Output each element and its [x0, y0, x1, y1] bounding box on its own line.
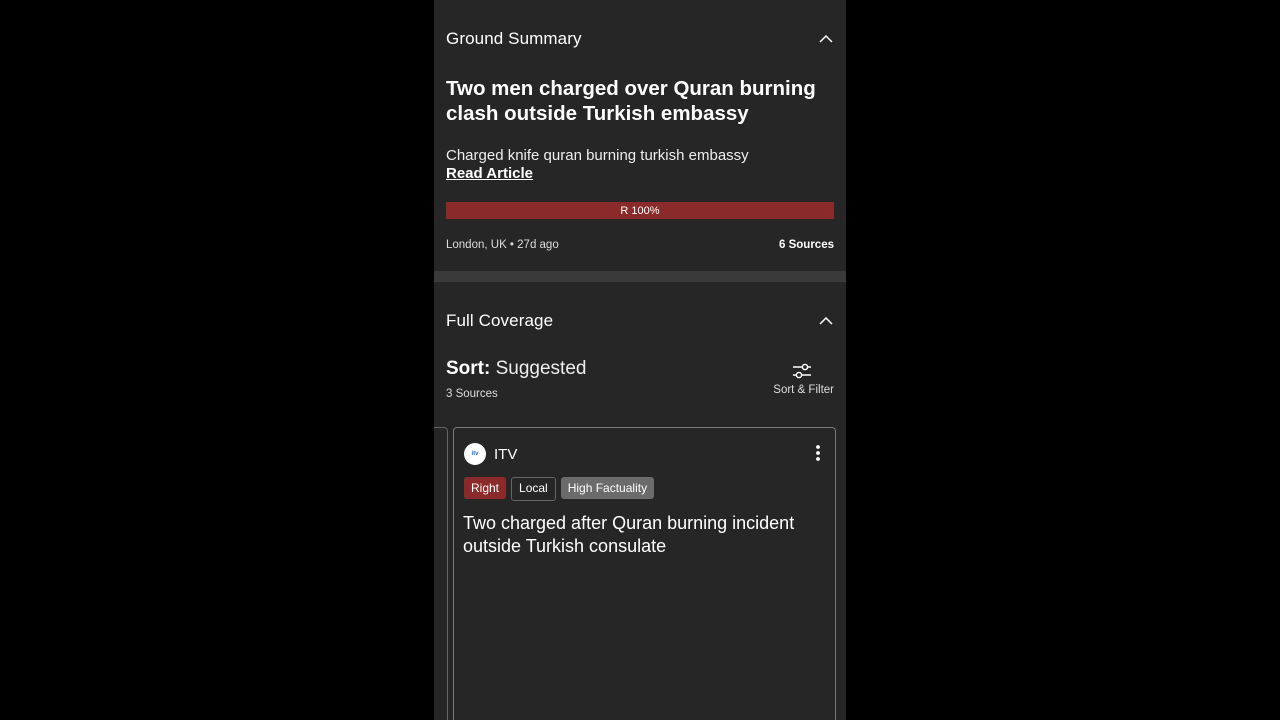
ground-summary-header[interactable]: Ground Summary [446, 27, 834, 51]
more-options-icon[interactable] [815, 444, 821, 462]
bias-right-segment: R 100% [446, 202, 834, 219]
read-article-link[interactable]: Read Article [446, 165, 533, 182]
coverage-card[interactable]: itv ITV Right Local High Factuality Two … [453, 427, 836, 720]
chevron-up-icon[interactable] [818, 31, 834, 47]
section-divider [434, 271, 846, 282]
card-headline[interactable]: Two charged after Quran burning incident… [463, 512, 803, 558]
sort-filter-label: Sort & Filter [773, 384, 834, 396]
sources-count: 3 Sources [446, 388, 498, 400]
card-source-row: itv ITV [464, 442, 517, 466]
location-time: London, UK • 27d ago [446, 239, 559, 251]
story-description: Charged knife quran burning turkish emba… [446, 147, 749, 164]
bias-tag[interactable]: Right [464, 477, 507, 499]
bias-right-label: R 100% [620, 204, 660, 217]
sort-indicator: Sort: Suggested [446, 358, 586, 380]
ground-summary-title: Ground Summary [446, 29, 582, 48]
factuality-tag[interactable]: High Factuality [560, 477, 655, 499]
card-tags: Right Local High Factuality [464, 477, 655, 501]
local-tag[interactable]: Local [511, 477, 556, 501]
bias-distribution-bar: R 100% [446, 202, 834, 219]
card-source-name[interactable]: ITV [494, 446, 517, 463]
sort-filter-button[interactable]: Sort & Filter [764, 362, 834, 404]
sort-label: Sort: [446, 358, 491, 379]
sort-value: Suggested [495, 358, 587, 379]
full-coverage-title: Full Coverage [446, 311, 554, 330]
phone-screen: Ground Summary Two men charged over Qura… [434, 0, 846, 720]
previous-card-peek[interactable] [434, 427, 448, 720]
full-coverage-header[interactable]: Full Coverage [446, 309, 834, 333]
chevron-up-icon[interactable] [818, 313, 834, 329]
itv-logo: itv [464, 443, 486, 465]
story-meta: London, UK • 27d ago 6 Sources [446, 237, 834, 253]
sliders-icon [792, 362, 812, 380]
sources-link[interactable]: 6 Sources [779, 239, 834, 251]
story-headline[interactable]: Two men charged over Quran burning clash… [446, 76, 836, 126]
